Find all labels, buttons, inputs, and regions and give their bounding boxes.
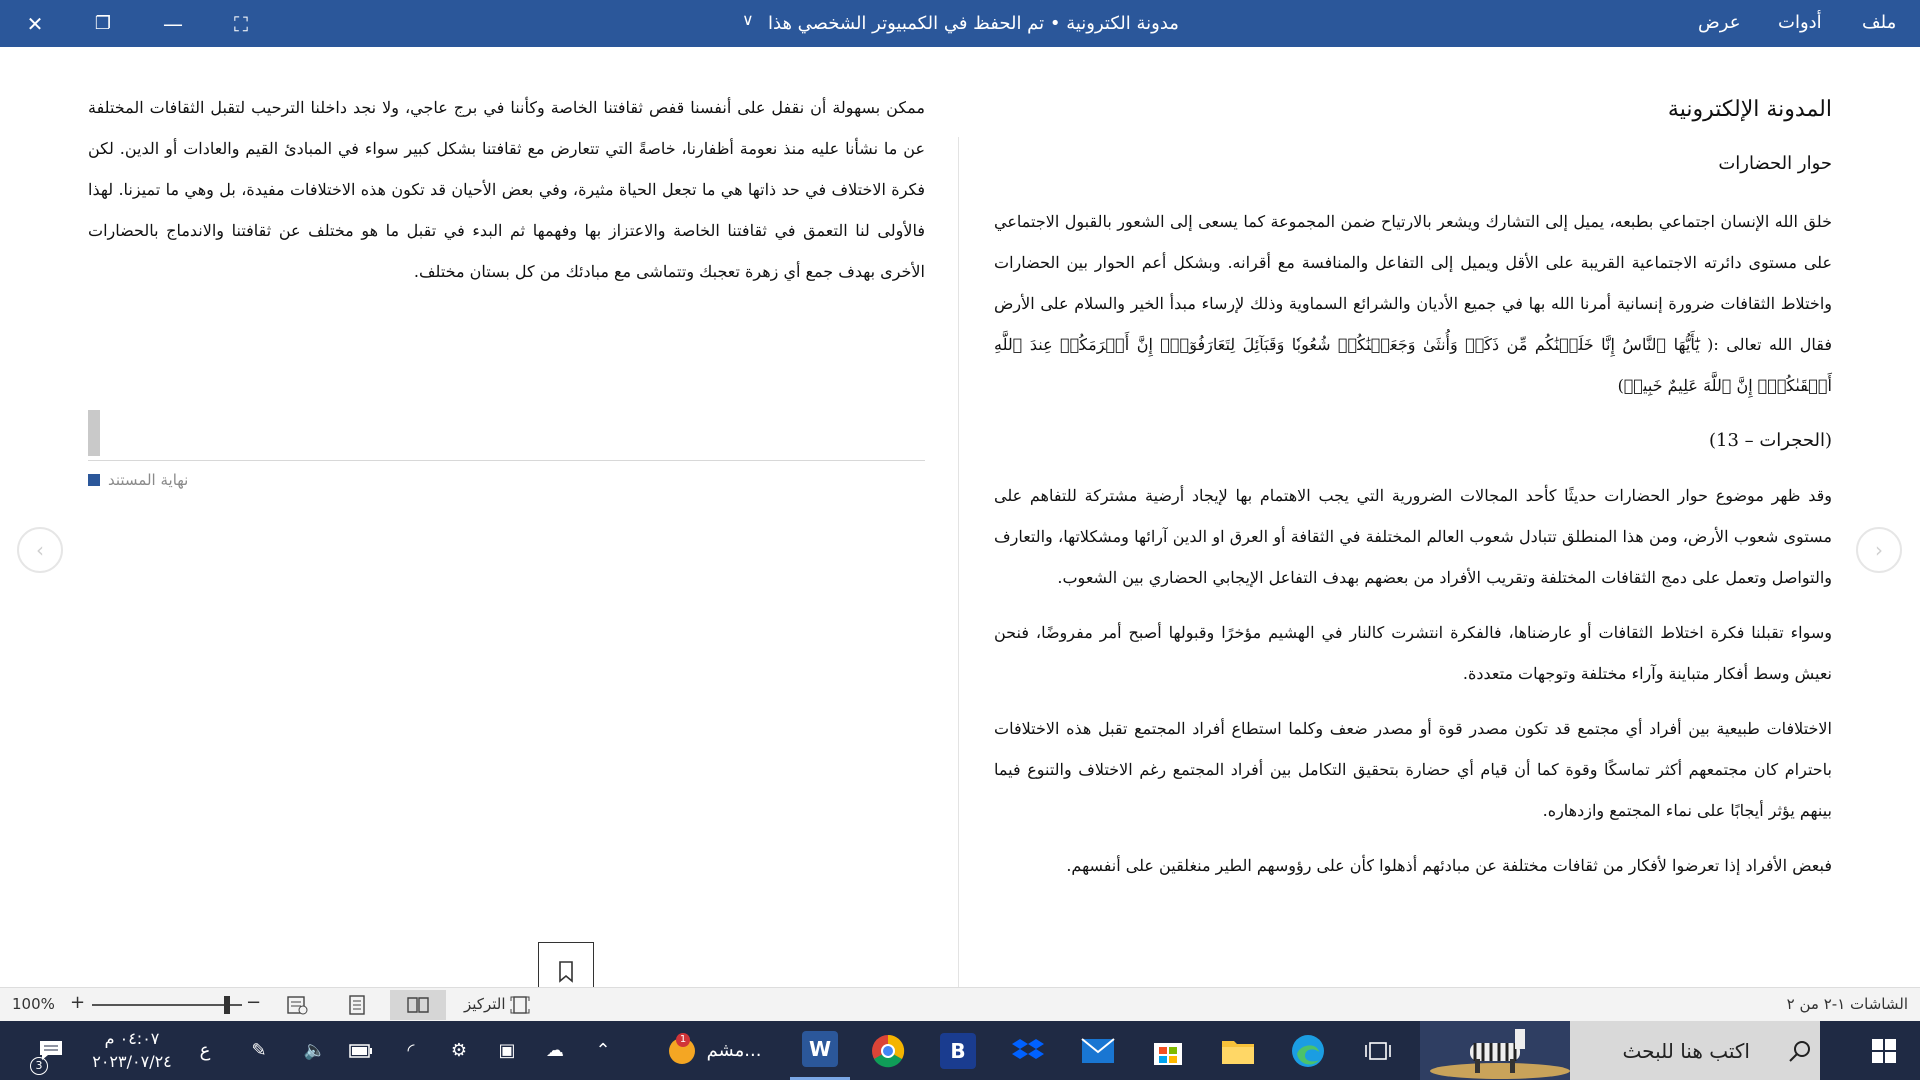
- b-app-icon: B: [940, 1032, 976, 1069]
- clock-date: ٢٠٢٣/٠٧/٢٤: [92, 1052, 172, 1071]
- focus-label[interactable]: التركيز: [464, 995, 505, 1013]
- taskbar-store[interactable]: [1140, 1021, 1196, 1080]
- zebra-icon: [1430, 1029, 1570, 1079]
- zoom-out-button[interactable]: −: [246, 992, 261, 1013]
- language-indicator[interactable]: ع: [190, 1021, 220, 1080]
- document-subheading[interactable]: حوار الحضارات: [994, 149, 1832, 179]
- paragraph[interactable]: الاختلافات طبيعية بين أفراد أي مجتمع قد …: [994, 708, 1832, 831]
- zoom-percent[interactable]: 100%: [12, 995, 55, 1013]
- print-layout-icon: [349, 995, 365, 1015]
- taskbar-app-b[interactable]: B: [930, 1021, 986, 1080]
- print-layout-button[interactable]: [338, 990, 376, 1020]
- end-divider: [88, 460, 925, 461]
- pen-icon[interactable]: ✎: [244, 1021, 274, 1080]
- end-square-icon: [88, 474, 100, 486]
- document-area: المدونة الإلكترونية حوار الحضارات خلق ال…: [0, 47, 1920, 1002]
- taskbar-task-view[interactable]: [1350, 1021, 1406, 1080]
- clock[interactable]: ٠٤:٠٧ م ٢٠٢٣/٠٧/٢٤: [82, 1027, 182, 1073]
- window-title: مدونة الكترونية • تم الحفظ في الكمبيوتر …: [768, 13, 1179, 34]
- end-label: نهاية المستند: [108, 471, 189, 489]
- weather-label: مشم...: [706, 1040, 762, 1061]
- taskbar-word[interactable]: W: [790, 1021, 850, 1080]
- taskbar-edge[interactable]: [1280, 1021, 1336, 1080]
- taskbar-mail[interactable]: [1070, 1021, 1126, 1080]
- title-bar: ✕ ❐ — ⛶ ∨ مدونة الكترونية • تم الحفظ في …: [0, 0, 1920, 47]
- paragraph[interactable]: فبعض الأفراد إذا تعرضوا لأفكار من ثقافات…: [994, 845, 1832, 886]
- paragraph[interactable]: وسواء تقبلنا فكرة اختلاط الثقافات أو عار…: [994, 612, 1832, 694]
- paragraph[interactable]: وقد ظهر موضوع حوار الحضارات حديثًا كأحد …: [994, 475, 1832, 598]
- store-icon: [1154, 1042, 1182, 1065]
- search-icon[interactable]: [1780, 1021, 1820, 1080]
- security-icon[interactable]: ⚙: [444, 1021, 474, 1080]
- onedrive-icon[interactable]: ☁: [538, 1021, 572, 1080]
- prev-page-button[interactable]: ‹: [17, 527, 63, 573]
- volume-icon[interactable]: 🔈: [300, 1021, 330, 1080]
- right-column: المدونة الإلكترونية حوار الحضارات خلق ال…: [994, 95, 1832, 900]
- left-column: ممكن بسهولة أن نقفل على أنفسنا قفص ثقافت…: [88, 87, 925, 306]
- read-mode-icon: [407, 997, 429, 1013]
- paragraph[interactable]: ممكن بسهولة أن نقفل على أنفسنا قفص ثقافت…: [88, 87, 925, 292]
- weather-badge: 1: [676, 1033, 690, 1047]
- document-heading[interactable]: المدونة الإلكترونية: [994, 95, 1832, 125]
- word-icon: W: [802, 1031, 838, 1067]
- menu-view[interactable]: عرض: [1698, 12, 1740, 33]
- page-count: الشاشات ١-٢ من ٢: [1786, 995, 1908, 1013]
- wifi-icon[interactable]: ◜: [396, 1021, 426, 1080]
- edge-icon: [1292, 1034, 1324, 1067]
- fullscreen-icon[interactable]: ⛶: [212, 0, 270, 47]
- close-icon[interactable]: ✕: [6, 0, 64, 47]
- chrome-icon: [872, 1034, 905, 1067]
- taskbar-explorer[interactable]: [1210, 1021, 1266, 1080]
- restore-icon[interactable]: ❐: [74, 0, 132, 47]
- menu-tools[interactable]: أدوات: [1778, 12, 1822, 33]
- next-page-button[interactable]: ›: [1856, 527, 1902, 573]
- search-placeholder: اكتب هنا للبحث: [1622, 1038, 1750, 1063]
- notification-count-badge: 3: [30, 1057, 48, 1075]
- folder-icon: [1222, 1040, 1254, 1064]
- focus-icon[interactable]: [510, 996, 530, 1014]
- zoom-slider[interactable]: [92, 1004, 242, 1006]
- meet-icon[interactable]: ▣: [492, 1021, 522, 1080]
- battery-icon[interactable]: [346, 1021, 376, 1080]
- end-marker-bar: [88, 410, 100, 456]
- page-divider: [958, 137, 959, 992]
- status-bar: 100% + − التركيز الشاشات ١-٢ من ٢: [0, 987, 1920, 1021]
- paragraph[interactable]: (الحجرات – 13): [994, 420, 1832, 461]
- clock-time: ٠٤:٠٧ م: [104, 1029, 160, 1048]
- taskbar-chrome[interactable]: [860, 1021, 916, 1080]
- read-mode-button[interactable]: [390, 990, 446, 1020]
- zoom-in-button[interactable]: +: [70, 992, 85, 1013]
- windows-icon: [1872, 1038, 1896, 1063]
- web-layout-button[interactable]: [278, 990, 316, 1020]
- chevron-down-icon[interactable]: ∨: [742, 10, 754, 29]
- web-layout-icon: [287, 996, 308, 1015]
- taskbar: 3 ٠٤:٠٧ م ٢٠٢٣/٠٧/٢٤ ع ✎ 🔈 ◜ ⚙ ▣ ☁ ⌃ 1 م…: [0, 1021, 1920, 1080]
- search-highlight-image[interactable]: [1420, 1021, 1570, 1080]
- dropbox-icon: [1012, 1038, 1044, 1059]
- show-hidden-icons[interactable]: ⌃: [588, 1021, 618, 1080]
- mail-icon: [1081, 1037, 1115, 1063]
- task-view-icon: [1365, 1041, 1391, 1060]
- taskbar-dropbox[interactable]: [1000, 1021, 1056, 1080]
- menu-file[interactable]: ملف: [1862, 12, 1896, 33]
- weather-widget[interactable]: 1 مشم...: [650, 1021, 770, 1080]
- end-of-document: نهاية المستند: [88, 471, 188, 489]
- start-button[interactable]: [1856, 1021, 1912, 1080]
- zoom-slider-thumb[interactable]: [224, 996, 230, 1014]
- minimize-icon[interactable]: —: [144, 0, 202, 47]
- bookmark-icon: [559, 961, 573, 983]
- paragraph[interactable]: خلق الله الإنسان اجتماعي بطبعه، يميل إلى…: [994, 201, 1832, 406]
